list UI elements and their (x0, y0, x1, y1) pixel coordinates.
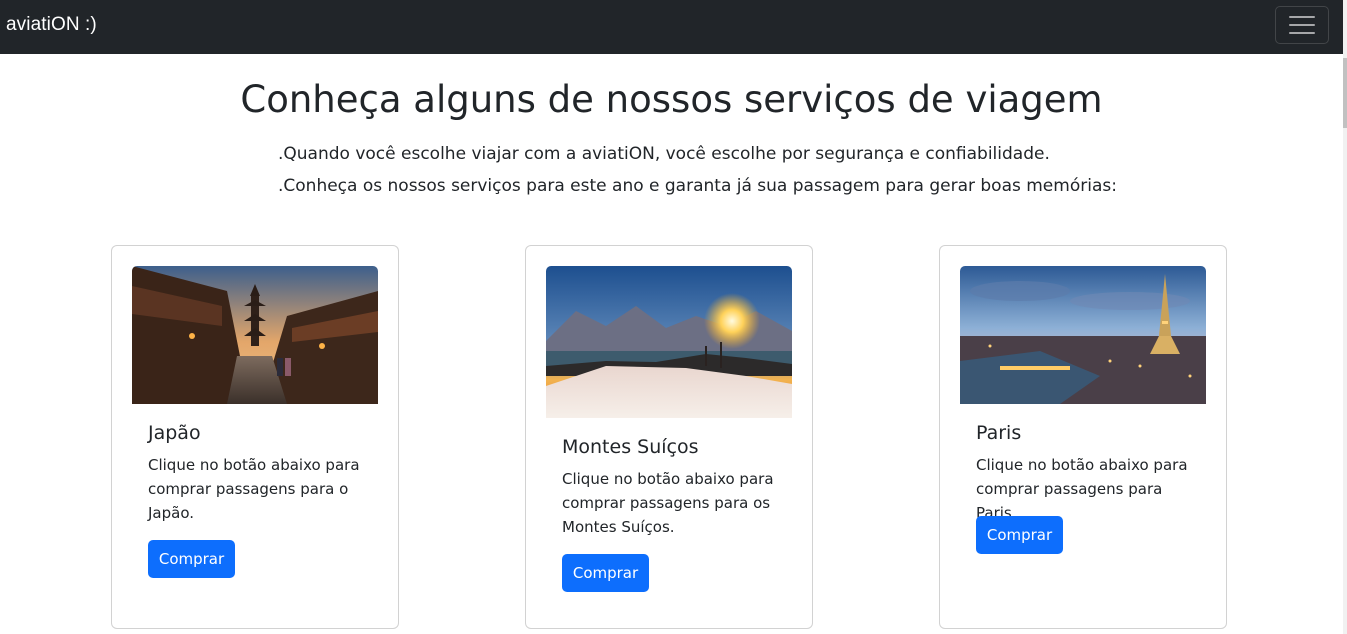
hamburger-menu-icon (1289, 16, 1315, 18)
comprar-button-japao[interactable]: Comprar (148, 540, 235, 578)
page-title: Conheça alguns de nossos serviços de via… (240, 78, 1103, 121)
card-text-japao: Clique no botão abaixo para comprar pass… (148, 456, 360, 522)
lead-text-2: .Conheça os nossos serviços para este an… (278, 176, 1117, 196)
card-image-japao (132, 266, 378, 404)
scrollbar-thumb[interactable] (1343, 58, 1347, 128)
lead-text-1: .Quando você escolhe viajar com a aviati… (278, 144, 1050, 164)
card-paris: Paris Clique no botão abaixo para compra… (939, 245, 1227, 629)
card-montes-suicos: Montes Suíços Clique no botão abaixo par… (525, 245, 813, 629)
card-image-paris (960, 266, 1206, 404)
vertical-scrollbar[interactable] (1343, 0, 1347, 634)
navbar-toggler-button[interactable] (1275, 6, 1329, 44)
comprar-button-paris[interactable]: Comprar (976, 516, 1063, 554)
comprar-button-montes-suicos[interactable]: Comprar (562, 554, 649, 592)
card-text-paris: Clique no botão abaixo para comprar pass… (976, 456, 1188, 522)
card-title-paris: Paris (976, 422, 1022, 444)
card-text-montes-suicos: Clique no botão abaixo para comprar pass… (562, 470, 774, 536)
card-image-montes-suicos (546, 266, 792, 418)
card-japao: Japão Clique no botão abaixo para compra… (111, 245, 399, 629)
navbar-brand[interactable]: aviatiON :) (6, 14, 97, 36)
card-title-japao: Japão (148, 422, 201, 444)
card-title-montes-suicos: Montes Suíços (562, 436, 699, 458)
navbar: aviatiON :) (0, 0, 1343, 54)
